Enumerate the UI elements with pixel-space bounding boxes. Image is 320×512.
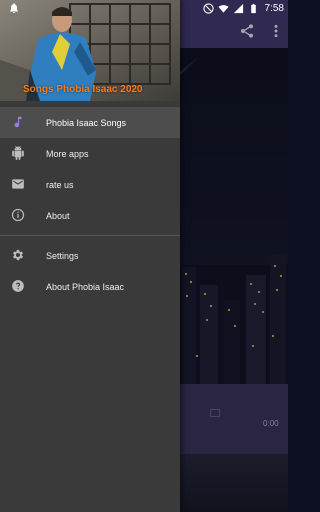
menu-label: Settings xyxy=(46,250,79,261)
signal-icon xyxy=(233,3,243,13)
wifi-icon xyxy=(217,4,229,13)
menu-item-about[interactable]: About xyxy=(0,200,180,231)
info-icon xyxy=(10,207,26,223)
menu-label: Phobia Isaac Songs xyxy=(46,117,127,128)
drawer-header-title: Songs Phobia Isaac 2020 xyxy=(23,84,143,95)
menu-item-phobia-isaac-songs[interactable]: Phobia Isaac Songs xyxy=(0,107,180,138)
gear-icon xyxy=(10,247,26,263)
menu-item-more-apps[interactable]: More apps xyxy=(0,138,180,169)
drawer-scrim[interactable] xyxy=(180,0,288,512)
menu-label: About Phobia Isaac xyxy=(46,281,125,292)
do-not-disturb-icon xyxy=(202,2,214,14)
status-time: 7:58 xyxy=(264,2,284,14)
drawer-secondary-menu: Settings About Phobia Isaac xyxy=(0,240,180,302)
navigation-drawer: Songs Phobia Isaac 2020 Phobia Isaac Son… xyxy=(0,0,180,512)
drawer-primary-menu: Phobia Isaac Songs More apps rate us Abo… xyxy=(0,107,180,231)
music-note-icon xyxy=(10,114,26,130)
menu-label: rate us xyxy=(46,179,74,190)
mail-icon xyxy=(10,176,26,192)
menu-label: More apps xyxy=(46,148,89,159)
notification-bell-icon xyxy=(10,3,18,13)
menu-item-rate-us[interactable]: rate us xyxy=(0,169,180,200)
menu-label: About xyxy=(46,210,70,221)
android-icon xyxy=(10,145,26,161)
battery-icon xyxy=(250,3,256,13)
menu-item-settings[interactable]: Settings xyxy=(0,240,180,271)
menu-item-about-phobia-isaac[interactable]: About Phobia Isaac xyxy=(0,271,180,302)
help-icon xyxy=(10,278,26,294)
status-bar: 7:58 xyxy=(0,0,288,16)
drawer-divider xyxy=(0,235,180,236)
